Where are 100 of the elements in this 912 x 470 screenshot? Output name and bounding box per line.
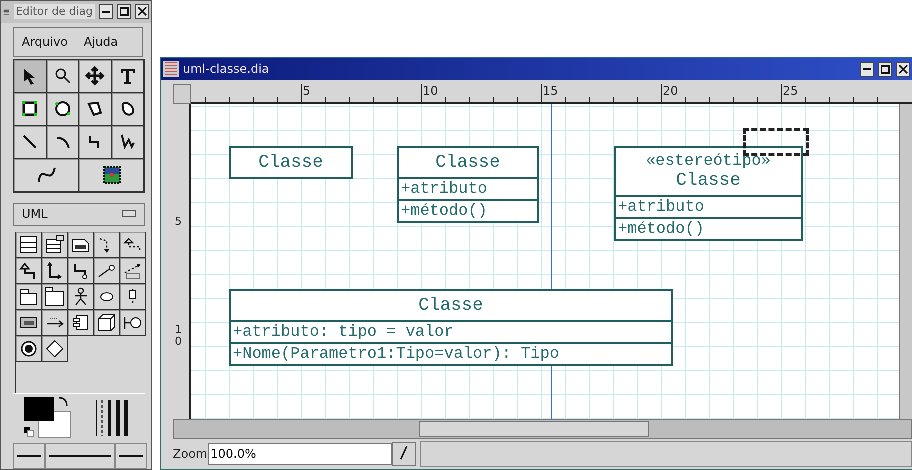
zoom-dropdown-button[interactable] <box>392 442 416 466</box>
window-title: uml-classe.dia <box>183 62 270 76</box>
class-name: Classe <box>676 170 741 192</box>
ruler-label: 10 <box>421 84 438 98</box>
largepackage-icon <box>45 287 65 308</box>
class-name: Classe <box>436 152 500 174</box>
sheet-tool-button[interactable] <box>16 232 42 258</box>
maximize-button[interactable] <box>878 62 892 76</box>
sheet-tool-button[interactable] <box>120 310 146 336</box>
tool-button[interactable] <box>14 60 46 93</box>
sheet-tool-button[interactable] <box>120 284 146 310</box>
tool-button[interactable] <box>112 126 144 159</box>
vertical-scrollbar[interactable] <box>899 104 912 419</box>
uml-class[interactable]: Classe <box>229 146 353 179</box>
tool-button[interactable] <box>14 126 46 159</box>
scroll-thumb[interactable] <box>419 421 649 437</box>
constraint-icon <box>123 261 143 282</box>
class-name: Classe <box>418 295 484 317</box>
sheet-tool-button[interactable] <box>120 258 146 284</box>
class-icon <box>19 235 39 256</box>
move-icon <box>85 66 106 86</box>
class-attribute: +atributo: tipo = valor <box>233 322 455 342</box>
tool-button[interactable] <box>79 158 144 192</box>
class-operation: +Nome(Parametro1:Tipo=valor): Tipo <box>233 344 560 364</box>
arrow-end-button[interactable] <box>115 443 147 469</box>
maximize-icon <box>880 64 890 74</box>
close-button[interactable] <box>135 4 149 20</box>
line-style-button[interactable] <box>45 443 115 469</box>
sheet-tool-button[interactable] <box>16 336 42 362</box>
close-button[interactable] <box>896 62 910 76</box>
template-icon <box>45 235 65 256</box>
uml-class[interactable]: «estereótipo» Classe +atributo +método() <box>614 146 803 241</box>
sheet-tool-button[interactable] <box>16 284 42 310</box>
zoom-label: Zoom <box>173 447 208 461</box>
sheet-tool-button[interactable] <box>94 258 120 284</box>
minimize-icon <box>102 10 110 13</box>
line-icon <box>17 455 41 458</box>
close-icon <box>898 64 908 74</box>
slash-icon <box>400 446 408 460</box>
sheet-tool-button[interactable] <box>16 258 42 284</box>
ruler-label: 10 <box>175 324 182 348</box>
minimize-button[interactable] <box>99 4 113 20</box>
sheet-tool-button[interactable] <box>16 310 42 336</box>
sheet-tool-button[interactable] <box>68 258 94 284</box>
horizontal-scrollbar[interactable] <box>173 419 912 439</box>
uml-class[interactable]: Classe +atributo +método() <box>397 146 539 223</box>
stereotype-label: «estereótipo» <box>646 152 771 170</box>
branch-icon <box>45 339 65 360</box>
class-name: Classe <box>258 152 324 174</box>
class-attribute: +atributo <box>401 179 488 199</box>
tool-button[interactable] <box>46 92 79 126</box>
sheet-tool-button[interactable] <box>120 232 146 258</box>
diagram-canvas[interactable]: Classe Classe +atributo +método() «estereótipo» Classe +atributo +método() Classe +atributo: tipo = valor +Nome(Parametro1:Tipo=valor): Tipo <box>191 104 899 419</box>
sheet-tool-button[interactable] <box>94 310 120 336</box>
uml-class[interactable]: Classe +atributo: tipo = valor +Nome(Parametro1:Tipo=valor): Tipo <box>229 289 673 366</box>
arrow-start-button[interactable] <box>13 443 45 469</box>
dropdown-indicator-icon <box>122 210 136 218</box>
ellipse-icon <box>52 99 73 120</box>
node-icon <box>97 313 117 334</box>
minimize-button[interactable] <box>860 62 874 76</box>
class-attribute: +atributo <box>618 197 706 217</box>
sheet-tool-button[interactable] <box>94 232 120 258</box>
tool-button[interactable] <box>14 92 46 126</box>
sheet-tool-button[interactable] <box>68 310 94 336</box>
component-icon <box>71 313 91 334</box>
ruler-label: 5 <box>175 216 182 228</box>
sheet-tool-button[interactable] <box>42 258 68 284</box>
package-icon <box>19 287 39 308</box>
window-menu-icon[interactable] <box>163 61 179 77</box>
class-operation: +método() <box>618 219 706 239</box>
sheet-tool-button[interactable] <box>42 336 68 362</box>
close-icon <box>138 7 146 16</box>
tool-button[interactable] <box>79 126 112 159</box>
menu-item[interactable]: Arquivo <box>22 34 68 49</box>
sheet-tool-button[interactable] <box>42 232 68 258</box>
tool-button[interactable] <box>14 158 79 192</box>
tool-button[interactable] <box>112 60 144 93</box>
menu-item[interactable]: Ajuda <box>84 34 118 49</box>
line-icon <box>119 455 143 458</box>
image-icon <box>102 165 122 186</box>
tool-button[interactable] <box>46 60 79 93</box>
sheet-tool-button[interactable] <box>94 284 120 310</box>
box-icon <box>20 99 40 120</box>
sheet-tool-button[interactable] <box>68 232 94 258</box>
ruler-label: 25 <box>781 84 798 98</box>
sheet-tool-button[interactable] <box>42 310 68 336</box>
tool-button[interactable] <box>79 92 112 126</box>
zoom-field[interactable]: 100.0% <box>208 443 392 465</box>
sheet-tool-button[interactable] <box>68 284 94 310</box>
tool-button[interactable] <box>79 60 112 93</box>
ruler-label: 15 <box>541 84 558 98</box>
tool-button[interactable] <box>112 92 144 126</box>
sheet-tool-button[interactable] <box>42 284 68 310</box>
sheet-dropdown[interactable]: UML <box>13 202 145 226</box>
maximize-button[interactable] <box>117 4 131 20</box>
state-icon <box>19 339 39 360</box>
minimize-icon <box>863 68 871 70</box>
tool-button[interactable] <box>46 126 79 159</box>
window-title: Editor de diag <box>14 4 95 20</box>
line-icon <box>49 455 111 458</box>
